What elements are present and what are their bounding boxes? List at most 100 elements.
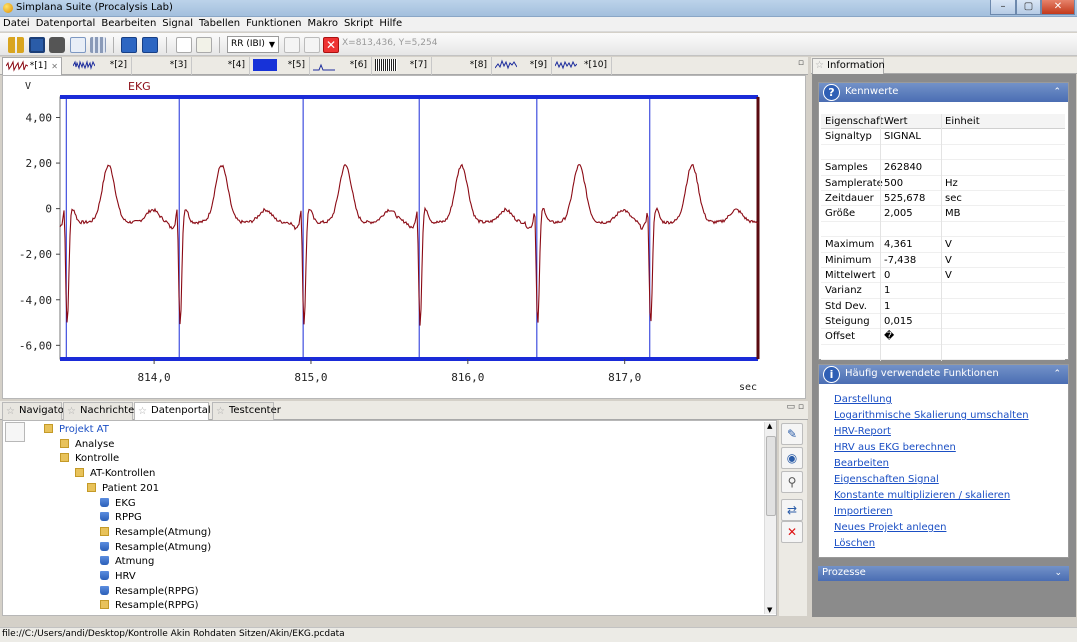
tree-node-label: AT-Kontrollen — [90, 468, 156, 480]
delete-item-icon[interactable]: ✕ — [781, 521, 803, 543]
tab-signal-2[interactable]: *[2] — [70, 57, 132, 75]
menu-makro[interactable]: Makro — [304, 17, 341, 30]
menu-signal[interactable]: Signal — [159, 17, 196, 30]
redo-icon[interactable] — [142, 37, 158, 53]
table-row: Größe 2,005 MB — [821, 206, 1065, 222]
star-icon: ☆ — [216, 406, 225, 417]
tab-nachrichten[interactable]: ☆ Nachrichten — [63, 402, 141, 420]
kennwerte-header[interactable]: ? Kennwerte ⌃ — [819, 83, 1068, 102]
minimize-maximize-icon[interactable]: ▭ ▫ — [787, 402, 804, 412]
functions-header[interactable]: i Häufig verwendete Funktionen ⌃ — [819, 365, 1068, 384]
tree-node[interactable]: EKG — [100, 496, 136, 511]
edit-item-icon[interactable]: ✎ — [781, 423, 803, 445]
tab-signal-7[interactable]: *[7] — [372, 57, 432, 75]
tab-signal-9[interactable]: *[9] — [492, 57, 552, 75]
tree-node[interactable]: HRV — [100, 569, 136, 584]
maximize-button[interactable]: ▢ — [1016, 0, 1041, 15]
collapse-icon[interactable]: ⌃ — [1053, 83, 1061, 101]
refresh-icon[interactable]: ◉ — [781, 447, 803, 469]
function-link[interactable]: Bearbeiten — [834, 458, 889, 469]
tree-node[interactable]: Atmung — [100, 554, 154, 569]
ekg-plot[interactable]: 4,00 2,00 0 -2,00 -4,00 -6,00 814,0 815,0 816,0 8… — [2, 75, 806, 399]
maximize-view-icon[interactable]: ▫ — [798, 58, 804, 68]
tree-node[interactable]: Resample(Atmung) — [100, 540, 211, 555]
function-link[interactable]: Logarithmische Skalierung umschalten — [834, 410, 1029, 421]
tree-node[interactable]: Resample(RPPG) — [100, 584, 199, 599]
function-link[interactable]: Konstante multiplizieren / skalieren — [834, 490, 1010, 501]
ekg-chart[interactable]: 4,00 2,00 0 -2,00 -4,00 -6,00 814,0 815,0 816,0 8… — [3, 76, 805, 398]
tab-close-icon[interactable]: ✕ — [51, 58, 58, 75]
tree-node[interactable]: RPPG — [100, 510, 142, 525]
sync-icon[interactable]: ⇄ — [781, 499, 803, 521]
menu-funktionen[interactable]: Funktionen — [243, 17, 304, 30]
paste-icon[interactable] — [196, 37, 212, 53]
tab-label: Navigator — [19, 405, 68, 416]
delete-icon[interactable]: ✕ — [323, 37, 339, 53]
tab-datenportal[interactable]: ☆ Datenportal — [134, 402, 211, 420]
tab-signal-5[interactable]: *[5] — [250, 57, 310, 75]
tree-node[interactable]: Analyse — [60, 437, 114, 452]
scroll-down-icon[interactable]: ▼ — [767, 606, 772, 614]
tab-label: *[7] — [409, 60, 427, 70]
tree-node[interactable]: Kontrolle — [60, 451, 119, 466]
function-link[interactable]: Importieren — [834, 506, 893, 517]
tab-signal-3[interactable]: *[3] — [132, 57, 192, 75]
tab-signal-4[interactable]: *[4] — [192, 57, 250, 75]
menu-skript[interactable]: Skript — [341, 17, 376, 30]
function-link[interactable]: HRV-Report — [834, 426, 891, 437]
table-cell: -7,438 — [884, 254, 917, 266]
tree-node[interactable]: AT-Kontrollen — [75, 466, 155, 481]
grid-icon[interactable] — [90, 37, 106, 53]
tree-node[interactable]: Resample(Atmung) — [100, 525, 211, 540]
window-title: Simplana Suite (Procalysis Lab) — [16, 2, 173, 13]
tab-navigator[interactable]: ☆ Navigator — [2, 402, 68, 420]
star-icon: ☆ — [67, 406, 76, 417]
tab-signal-1[interactable]: *[1] ✕ — [2, 57, 62, 76]
close-button[interactable]: ✕ — [1041, 0, 1075, 15]
y-tick-label: -2,00 — [19, 248, 52, 261]
tab-label: *[1] — [29, 61, 47, 71]
tab-signal-6[interactable]: *[6] — [310, 57, 372, 75]
function-link[interactable]: Neues Projekt anlegen — [834, 522, 946, 533]
prozesse-section[interactable]: Prozesse ⌄ — [818, 566, 1069, 581]
menu-datenportal[interactable]: Datenportal — [33, 17, 99, 30]
menu-datei[interactable]: Datei — [0, 17, 33, 30]
scroll-up-icon[interactable]: ▲ — [767, 422, 772, 430]
tree-scrollbar[interactable]: ▲ ▼ — [764, 422, 776, 614]
signal-type-select[interactable]: RR (IBI) ▼ — [227, 36, 279, 53]
function-link[interactable]: Löschen — [834, 538, 875, 549]
print-icon[interactable] — [49, 37, 65, 53]
signal-flask-icon — [100, 571, 109, 580]
tree-node[interactable]: Resample(RPPG) — [100, 598, 199, 613]
function-link[interactable]: Eigenschaften Signal — [834, 474, 939, 485]
menu-tabellen[interactable]: Tabellen — [196, 17, 243, 30]
tab-information[interactable]: ☆ Information — [812, 58, 885, 74]
signal-thumbnail-icon — [495, 59, 517, 70]
table-row: Varianz 1 — [821, 283, 1065, 299]
undo-icon[interactable] — [121, 37, 137, 53]
x-tick-label: 817,0 — [608, 371, 641, 384]
function-link[interactable]: Darstellung — [834, 394, 892, 405]
tree-node[interactable]: Projekt AT — [44, 422, 109, 437]
save-icon[interactable] — [29, 37, 45, 53]
export-icon[interactable] — [70, 37, 86, 53]
magnet-icon[interactable] — [8, 37, 24, 53]
scrollbar-thumb[interactable] — [766, 436, 776, 516]
new-document-icon[interactable] — [176, 37, 192, 53]
new-item-icon[interactable] — [5, 422, 25, 442]
tab-testcenter[interactable]: ☆ Testcenter — [212, 402, 281, 420]
tab-signal-8[interactable]: *[8] — [432, 57, 492, 75]
expand-icon[interactable]: ⌄ — [1054, 566, 1062, 580]
table-row: Mittelwert 0 V — [821, 268, 1065, 284]
function-link[interactable]: HRV aus EKG berechnen — [834, 442, 956, 453]
disabled-page-icon[interactable] — [284, 37, 300, 53]
information-panel: ? Kennwerte ⌃ Eigenschaft Wert Einheit Signal… — [812, 74, 1076, 617]
search-icon[interactable]: ⚲ — [781, 471, 803, 493]
minimize-button[interactable]: – — [990, 0, 1016, 15]
tree-node[interactable]: Patient 201 — [87, 481, 159, 496]
tab-signal-10[interactable]: *[10] — [552, 57, 612, 75]
menu-bearbeiten[interactable]: Bearbeiten — [98, 17, 159, 30]
disabled-save-icon[interactable] — [304, 37, 320, 53]
menu-hilfe[interactable]: Hilfe — [376, 17, 405, 30]
collapse-icon[interactable]: ⌃ — [1053, 365, 1061, 383]
